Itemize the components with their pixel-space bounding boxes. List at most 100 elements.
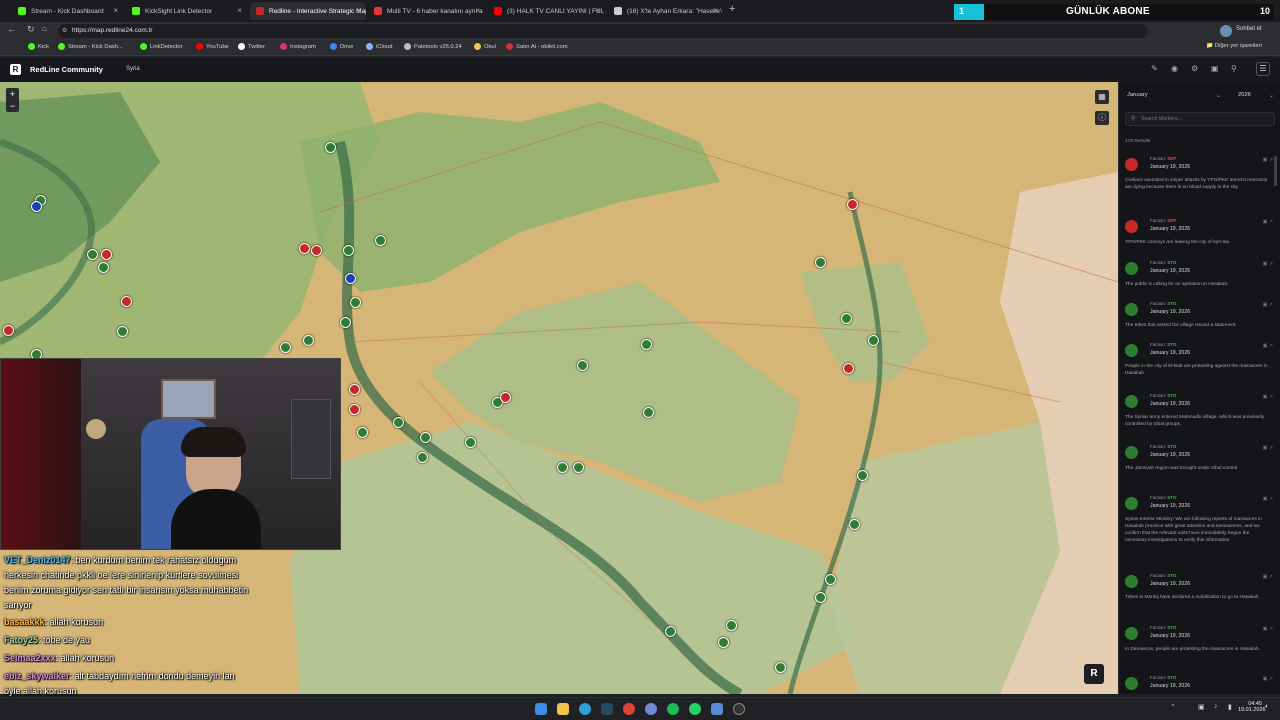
map-marker-red[interactable] (299, 243, 310, 254)
bookmark-item[interactable]: LinkDetector (140, 43, 183, 50)
map-marker-red[interactable] (349, 404, 360, 415)
external-link-icon[interactable]: ↗ (1269, 574, 1273, 580)
map-marker-red[interactable] (500, 392, 511, 403)
map-marker-green[interactable] (557, 462, 568, 473)
map-marker-green[interactable] (726, 620, 737, 631)
map-marker-green[interactable] (393, 417, 404, 428)
new-tab-button[interactable]: + (729, 3, 735, 15)
bookmark-item[interactable]: Instagram (280, 43, 316, 50)
steam-icon[interactable] (601, 703, 613, 715)
map-marker-green[interactable] (665, 626, 676, 637)
bookmark-item[interactable]: Stream - Kick Dash... (58, 43, 123, 50)
chrome-icon[interactable] (623, 703, 635, 715)
map-marker-green[interactable] (417, 452, 428, 463)
map-marker-red[interactable] (843, 363, 854, 374)
bookmark-item[interactable]: Twitter (238, 43, 265, 50)
external-link-icon[interactable]: ↗ (1269, 219, 1273, 225)
brand-logo-icon[interactable]: R (10, 64, 21, 75)
map-marker-blue[interactable] (31, 201, 42, 212)
map-marker-green[interactable] (718, 637, 729, 648)
external-link-icon[interactable]: ↗ (1269, 261, 1273, 267)
chat-username[interactable]: VET_Deniz0147 (4, 555, 71, 565)
browser-tab[interactable]: KickSight Link Detector × (126, 2, 246, 20)
pin-icon[interactable]: ◉ (1171, 64, 1178, 73)
map-marker-green[interactable] (375, 235, 386, 246)
browser-tab[interactable]: Multi TV - 6 haber kanalını aynı a × (368, 2, 484, 20)
external-link-icon[interactable]: ↗ (1269, 394, 1273, 400)
map-marker-red[interactable] (349, 384, 360, 395)
tab-close-icon[interactable]: × (713, 6, 718, 15)
month-select[interactable]: January ⌄ (1127, 92, 1225, 104)
redline-corner-logo[interactable]: R (1084, 664, 1104, 684)
menu-icon[interactable]: ☰ (1256, 62, 1270, 76)
map-marker-blue[interactable] (345, 273, 356, 284)
map-marker-red[interactable] (101, 249, 112, 260)
map-marker-green[interactable] (857, 470, 868, 481)
map-marker-red[interactable] (121, 296, 132, 307)
bookmark-item[interactable]: iCloud (366, 43, 392, 50)
map-marker-red[interactable] (311, 245, 322, 256)
external-link-icon[interactable]: ↗ (1269, 676, 1273, 682)
map-marker-green[interactable] (280, 342, 291, 353)
feed-item[interactable]: Faction: STG January 19, 2026 Syrian Inter… (1123, 495, 1273, 543)
chat-username[interactable]: basaakkk (4, 617, 45, 627)
map-marker-red[interactable] (847, 199, 858, 210)
bookmark-item[interactable]: Paletools v26.0.24 (404, 43, 462, 50)
bookmark-item[interactable]: Okul (474, 43, 496, 50)
file-explorer-icon[interactable] (557, 703, 569, 715)
map-marker-green[interactable] (340, 317, 351, 328)
marker-search-input[interactable]: ⚲ Search Markers... (1125, 112, 1275, 126)
external-link-icon[interactable]: ↗ (1269, 445, 1273, 451)
external-link-icon[interactable]: ↗ (1269, 157, 1273, 163)
bookmark-item[interactable]: Kick (28, 43, 49, 50)
reload-icon[interactable]: ↻ (27, 24, 35, 35)
feed-item[interactable]: Faction: STG January 19, 2026 Tribes in Ma… (1123, 573, 1273, 613)
back-icon[interactable]: ← (7, 24, 16, 34)
map-marker-green[interactable] (573, 462, 584, 473)
discord-icon[interactable] (645, 703, 657, 715)
feed-item[interactable]: Faction: STG January 19, 2026 ▣ ↗ (1123, 675, 1273, 694)
browser-tab[interactable]: (3) HALK TV CANLI YAYINI | FULL H × (488, 2, 604, 20)
map-marker-green[interactable] (87, 249, 98, 260)
external-link-icon[interactable]: ↗ (1269, 496, 1273, 502)
map-marker-green[interactable] (849, 519, 860, 530)
chat-username[interactable]: ebiz_skywalker (4, 671, 70, 681)
map-marker-green[interactable] (303, 335, 314, 346)
spotify-icon[interactable] (667, 703, 679, 715)
volume-icon[interactable]: ♪ (1214, 703, 1218, 710)
chat-username[interactable]: Fatoy25 (4, 635, 38, 645)
year-select[interactable]: 2026 ⌄ (1238, 92, 1274, 104)
app-icon[interactable] (711, 703, 723, 715)
sohbet-button[interactable]: Sohbet et (1236, 26, 1262, 32)
browser-tab[interactable]: (16) X'te Ayhan Erkara: "Haseke'd × (608, 2, 722, 20)
feed-item[interactable]: Faction: SDF January 19, 2026 Civilians wo… (1123, 156, 1273, 196)
tab-close-icon[interactable]: × (595, 6, 600, 15)
tab-close-icon[interactable]: × (113, 6, 118, 15)
map-marker-green[interactable] (98, 262, 109, 273)
profile-avatar[interactable] (1220, 25, 1232, 37)
external-link-icon[interactable]: ↗ (1269, 343, 1273, 349)
external-link-icon[interactable]: ↗ (1269, 626, 1273, 632)
tab-close-icon[interactable]: × (357, 6, 362, 15)
bookmark-item[interactable]: YouTube (196, 43, 229, 50)
bookmark-item[interactable]: Drive (330, 43, 354, 50)
external-link-icon[interactable]: ↗ (1269, 302, 1273, 308)
map-marker-green[interactable] (357, 427, 368, 438)
battery-icon[interactable]: ▮ (1228, 703, 1232, 711)
address-bar[interactable]: ⚙ https://map.redline24.com.tr (58, 24, 1148, 38)
zoom-out-button[interactable]: − (6, 100, 19, 112)
feed-item[interactable]: Faction: STG January 19, 2026 The Jarmiyah… (1123, 444, 1273, 484)
layers-icon[interactable]: ▦ (1095, 90, 1109, 104)
map-marker-green[interactable] (815, 257, 826, 268)
network-icon[interactable]: ▣ (1198, 703, 1205, 711)
home-icon[interactable]: ⌂ (42, 24, 47, 33)
edge-icon[interactable] (579, 703, 591, 715)
map-marker-green[interactable] (117, 326, 128, 337)
tray-chevron-icon[interactable]: ⌃ (1170, 703, 1176, 711)
feed-item[interactable]: Faction: STG January 19, 2026 The Syrian a… (1123, 393, 1273, 433)
feed-item[interactable]: Faction: STG January 19, 2026 The public i… (1123, 260, 1273, 300)
map-marker-green[interactable] (325, 142, 336, 153)
camera-icon[interactable]: ▣ (1211, 64, 1219, 73)
map-marker-green[interactable] (775, 662, 786, 673)
site-info-icon[interactable]: ⚙ (62, 24, 67, 38)
